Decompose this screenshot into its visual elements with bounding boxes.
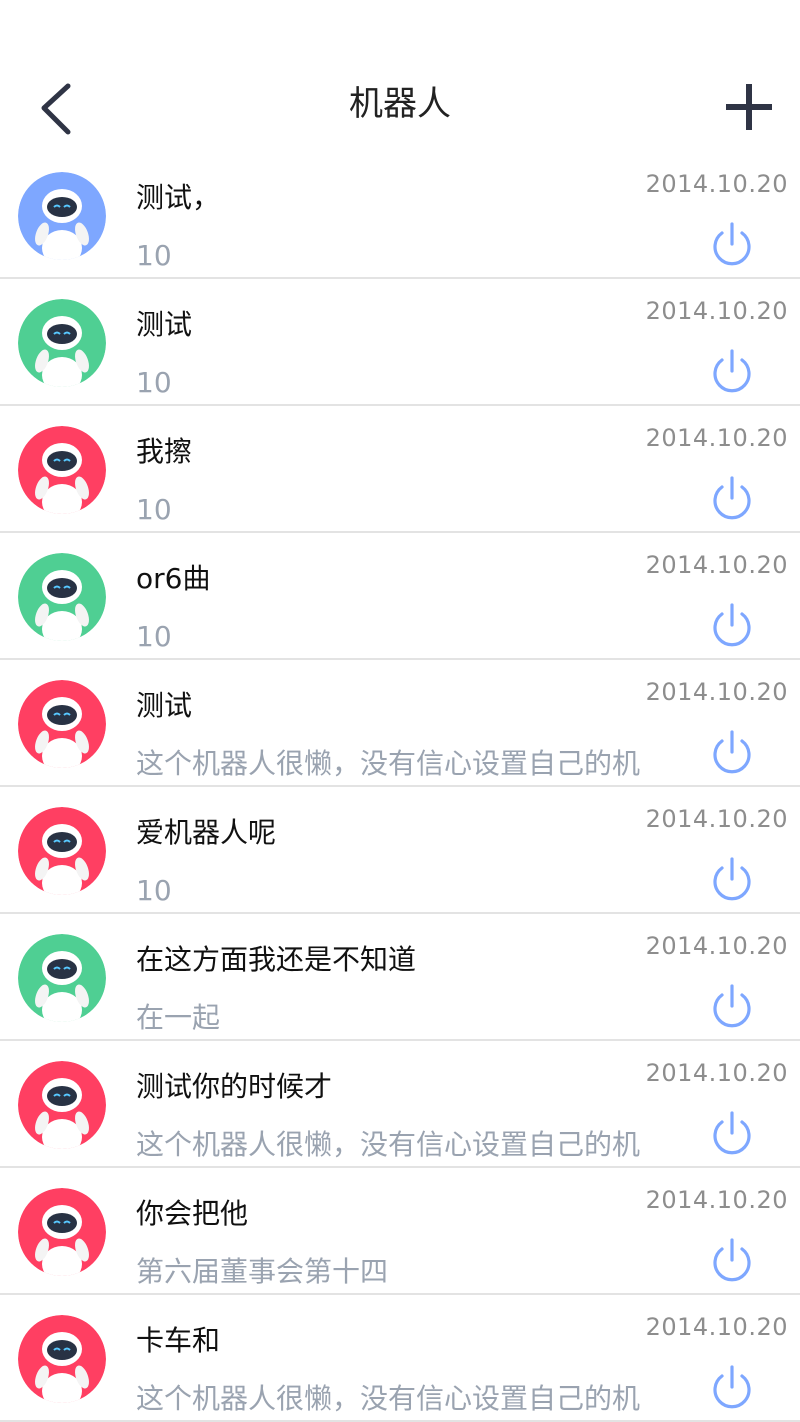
power-toggle-button[interactable] [706,474,758,526]
robot-list-item[interactable]: 测试 这个机器人很懒，没有信心设置自己的机 2014.10.20 [0,660,800,787]
robot-avatar [18,934,106,1022]
robot-avatar [18,1315,106,1403]
robot-date: 2014.10.20 [645,805,788,833]
power-toggle-button[interactable] [706,982,758,1034]
robot-list-item[interactable]: 我擦 10 2014.10.20 [0,406,800,533]
robot-subtitle: 第六届董事会第十四 [136,1255,389,1288]
robot-name: 卡车和 [136,1324,221,1357]
robot-subtitle: 这个机器人很懒，没有信心设置自己的机 [136,1382,641,1415]
robot-avatar-icon [18,299,106,387]
power-toggle-button[interactable] [706,1236,758,1288]
power-toggle-button[interactable] [706,601,758,653]
robot-avatar [18,1061,106,1149]
power-icon [713,730,751,774]
robot-avatar-icon [18,1188,106,1276]
robot-date: 2014.10.20 [645,932,788,960]
robot-name: 我擦 [136,435,193,468]
robot-avatar-icon [18,553,106,641]
robot-avatar-icon [18,426,106,514]
robot-avatar [18,1188,106,1276]
robot-list-item[interactable]: 卡车和 这个机器人很懒，没有信心设置自己的机 2014.10.20 [0,1295,800,1422]
robot-avatar [18,553,106,641]
power-icon [713,349,751,393]
power-icon [713,476,751,520]
robot-avatar-icon [18,807,106,895]
add-robot-button[interactable] [718,76,780,138]
robot-avatar [18,172,106,260]
robot-list-item[interactable]: 测试 10 2014.10.20 [0,279,800,406]
robot-avatar-icon [18,934,106,1022]
robot-avatar-icon [18,1315,106,1403]
robot-list-item[interactable]: 你会把他 第六届董事会第十四 2014.10.20 [0,1168,800,1295]
robot-date: 2014.10.20 [645,551,788,579]
power-icon [713,984,751,1028]
robot-avatar-icon [18,172,106,260]
robot-subtitle: 这个机器人很懒，没有信心设置自己的机 [136,747,641,780]
robot-avatar-icon [18,1061,106,1149]
robot-date: 2014.10.20 [645,297,788,325]
robot-date: 2014.10.20 [645,1059,788,1087]
robot-name: or6曲 [136,562,211,595]
power-icon [713,1111,751,1155]
robot-subtitle: 10 [136,620,172,653]
robot-list: 测试， 10 2014.10.20 测试 10 2014.10.20 我擦 10… [0,152,800,1422]
robot-avatar [18,426,106,514]
robot-list-item[interactable]: 测试你的时候才 这个机器人很懒，没有信心设置自己的机 2014.10.20 [0,1041,800,1168]
power-toggle-button[interactable] [706,728,758,780]
power-icon [713,1238,751,1282]
robot-list-item[interactable]: or6曲 10 2014.10.20 [0,533,800,660]
robot-list-item[interactable]: 在这方面我还是不知道 在一起 2014.10.20 [0,914,800,1041]
robot-name: 测试， [136,181,221,214]
robot-subtitle: 10 [136,366,172,399]
top-bar: 机器人 [0,0,800,160]
power-icon [713,222,751,266]
robot-avatar [18,299,106,387]
robot-name: 你会把他 [136,1197,249,1230]
robot-name: 测试你的时候才 [136,1070,333,1103]
robot-avatar [18,807,106,895]
robot-avatar [18,680,106,768]
robot-subtitle: 10 [136,239,172,272]
power-icon [713,857,751,901]
robot-name: 爱机器人呢 [136,816,277,849]
robot-subtitle: 10 [136,493,172,526]
robot-list-item[interactable]: 测试， 10 2014.10.20 [0,152,800,279]
robot-subtitle: 10 [136,874,172,907]
power-toggle-button[interactable] [706,1109,758,1161]
robot-date: 2014.10.20 [645,170,788,198]
robot-name: 在这方面我还是不知道 [136,943,417,976]
plus-icon [726,84,772,130]
power-icon [713,1365,751,1409]
robot-subtitle: 这个机器人很懒，没有信心设置自己的机 [136,1128,641,1161]
robot-subtitle: 在一起 [136,1001,221,1034]
power-toggle-button[interactable] [706,347,758,399]
robot-date: 2014.10.20 [645,1186,788,1214]
robot-name: 测试 [136,308,193,341]
robot-list-item[interactable]: 爱机器人呢 10 2014.10.20 [0,787,800,914]
robot-avatar-icon [18,680,106,768]
power-toggle-button[interactable] [706,1363,758,1415]
power-toggle-button[interactable] [706,220,758,272]
robot-name: 测试 [136,689,193,722]
page-title: 机器人 [349,84,451,124]
power-icon [713,603,751,647]
power-toggle-button[interactable] [706,855,758,907]
robot-date: 2014.10.20 [645,678,788,706]
robot-date: 2014.10.20 [645,1313,788,1341]
robot-date: 2014.10.20 [645,424,788,452]
